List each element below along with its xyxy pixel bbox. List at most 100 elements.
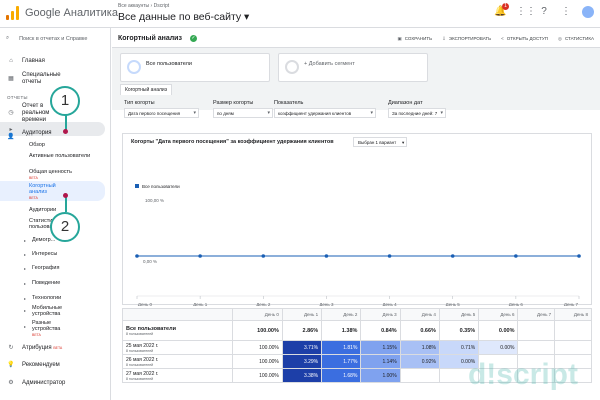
sidebar-item-custom-reports[interactable]: ▦ Специальные отчеты: [0, 72, 110, 86]
variant-selector[interactable]: Выбран 1 вариант: [353, 137, 408, 147]
report-header: Когортный анализ ✓ ▣ СОХРАНИТЬ ⇩ ЭКСПОРТИР…: [112, 28, 600, 48]
caret-right-icon: ▸: [24, 324, 27, 329]
table-header-cell: День 1: [281, 308, 323, 321]
sidebar-item-cross-device[interactable]: Разные устройства BETA: [32, 320, 77, 338]
caret-right-icon: ▸: [24, 281, 27, 286]
date-range-select[interactable]: За последние дней: 7: [388, 108, 446, 118]
table-header-cell: День 3: [360, 308, 401, 321]
export-button[interactable]: ⇩ ЭКСПОРТИРОВАТЬ: [442, 36, 491, 42]
filter-date-range: Диапазон дат За последние дней: 7: [388, 100, 446, 118]
x-tick-label: День 3: [319, 302, 334, 306]
table-header-cell: День 6: [478, 308, 519, 321]
cohort-type-select[interactable]: Дата первого посещения: [124, 108, 199, 118]
check-circle-icon: ✓: [190, 35, 197, 42]
table-header-cell: День 7: [517, 308, 556, 321]
table-header-cell: День 4: [399, 308, 440, 321]
person-icon: ▸👤: [7, 127, 15, 140]
table-total-row: Все пользователи 8 пользователей 100.00% 2.…: [122, 320, 592, 341]
table-cell: 0.84%: [360, 320, 401, 341]
sidebar-item-discover[interactable]: 💡 Рекомендуем: [0, 361, 110, 369]
table-cell: 1.38%: [321, 320, 362, 341]
sidebar-item-overview[interactable]: Обзор: [29, 142, 45, 148]
table-cell: 0.35%: [438, 320, 480, 341]
legend-label: Все пользователи: [142, 184, 180, 189]
attribution-icon: ↻: [8, 345, 14, 351]
sidebar-item-technology[interactable]: Технологии: [32, 295, 61, 301]
filter-cohort-size: Размер когорты по дням: [213, 100, 273, 118]
table-cell: 100.00%: [232, 340, 283, 355]
segment-empty-circle-icon: [285, 60, 299, 74]
table-cell: 0.92%: [399, 354, 440, 369]
search-box[interactable]: ⌕ Поиск в отчетах и Справке: [6, 35, 87, 42]
avatar[interactable]: [582, 6, 594, 18]
sidebar-item-attribution[interactable]: ↻ Атрибуция BETA: [0, 344, 110, 352]
series-point: [324, 254, 329, 258]
chart-title: Когорты "Дата первого посещения" за коэф…: [131, 139, 334, 145]
sidebar-item-geo[interactable]: География: [32, 265, 59, 271]
table-cell: 3.71%: [281, 340, 323, 355]
x-tick-label: День 7: [564, 302, 579, 306]
table-row[interactable]: 25 мая 2022 г. 8 пользователей 100.00% 3.71…: [122, 340, 592, 355]
series-point: [387, 254, 392, 258]
insights-button[interactable]: ◎ СТАТИСТИКА: [558, 36, 594, 42]
table-cell: 0.66%: [399, 320, 440, 341]
sidebar-item-behavior[interactable]: Поведение: [32, 280, 60, 286]
x-tick-label: День 0: [138, 302, 153, 306]
sidebar-item-lifetime-value[interactable]: Общая ценность BETA: [29, 169, 72, 181]
more-vert-icon[interactable]: ⋮: [560, 6, 572, 18]
table-cell: 0.00%: [478, 340, 519, 355]
reports-section-label: ОТЧЕТЫ: [7, 95, 28, 100]
sidebar-item-cohort[interactable]: Когортный анализ BETA: [29, 183, 69, 201]
series-point: [198, 254, 202, 258]
x-tick-label: День 1: [193, 302, 208, 306]
filter-metric: Показатель коэффициент удержания клиенто…: [274, 100, 376, 118]
analytics-logo-icon: [6, 6, 20, 20]
table-cell: [517, 340, 556, 355]
table-header-cell: День 0: [232, 308, 283, 321]
y-tick-label: 0,00 %: [143, 259, 157, 264]
app-title: Google Аналитика: [25, 7, 118, 19]
series-point: [514, 254, 518, 258]
table-cell: 1.15%: [360, 340, 401, 355]
share-button[interactable]: < ОТКРЫТЬ ДОСТУП: [501, 36, 548, 42]
add-segment-button[interactable]: + Добавить сегмент: [278, 53, 428, 82]
top-bar: Google Аналитика Все аккаунты › Dscript …: [0, 0, 600, 28]
apps-grid-icon[interactable]: ⋮⋮: [516, 6, 536, 18]
cohort-size-select[interactable]: по дням: [213, 108, 273, 118]
table-cell: 1.08%: [399, 340, 440, 355]
sidebar-item-active-users[interactable]: Активные пользователи: [29, 153, 99, 159]
bell-icon[interactable]: 🔔 1: [494, 3, 509, 18]
sidebar-item-mobile[interactable]: Мобильные устройства: [32, 305, 82, 317]
search-input[interactable]: Поиск в отчетах и Справке: [19, 36, 87, 42]
metric-select[interactable]: коэффициент удержания клиентов: [274, 108, 376, 118]
table-header-cell: День 2: [321, 308, 362, 321]
tab-cohort-analysis[interactable]: Когортный анализ: [120, 84, 173, 95]
save-button[interactable]: ▣ СОХРАНИТЬ: [397, 36, 432, 42]
segment-all-users[interactable]: Все пользователи: [120, 53, 270, 82]
table-cell: 3.38%: [281, 368, 323, 383]
share-icon: <: [501, 36, 504, 41]
caret-right-icon: ▸: [24, 266, 27, 271]
sidebar-item-admin[interactable]: ⚙ Администратор: [0, 379, 110, 387]
series-point: [261, 254, 266, 258]
table-cell: 0.71%: [438, 340, 480, 355]
series-point: [577, 254, 581, 258]
save-icon: ▣: [397, 36, 402, 41]
view-selector[interactable]: Все данные по веб-сайту ▾: [118, 11, 249, 23]
table-cell: 1.68%: [321, 368, 362, 383]
table-cell: 1.00%: [360, 368, 401, 383]
sidebar-item-audience[interactable]: ▸👤 Аудитория: [0, 126, 110, 140]
table-cell: 100.00%: [232, 320, 283, 341]
help-icon[interactable]: ?: [538, 6, 550, 18]
table-cell: 100.00%: [232, 354, 283, 369]
x-tick-label: День 2: [256, 302, 271, 306]
annotation-two: 2: [50, 212, 80, 242]
sidebar-item-interests[interactable]: Интересы: [32, 251, 57, 257]
table-cell: 2.86%: [281, 320, 323, 341]
sidebar-item-demographics[interactable]: Демогр...: [32, 237, 55, 243]
sidebar-item-home[interactable]: ⌂ Главная: [0, 58, 110, 64]
table-cell: 1.81%: [321, 340, 362, 355]
sidebar-item-audiences[interactable]: Аудитории: [29, 207, 56, 213]
table-cell: [554, 320, 592, 341]
account-breadcrumb[interactable]: Все аккаунты › Dscript: [118, 3, 169, 9]
